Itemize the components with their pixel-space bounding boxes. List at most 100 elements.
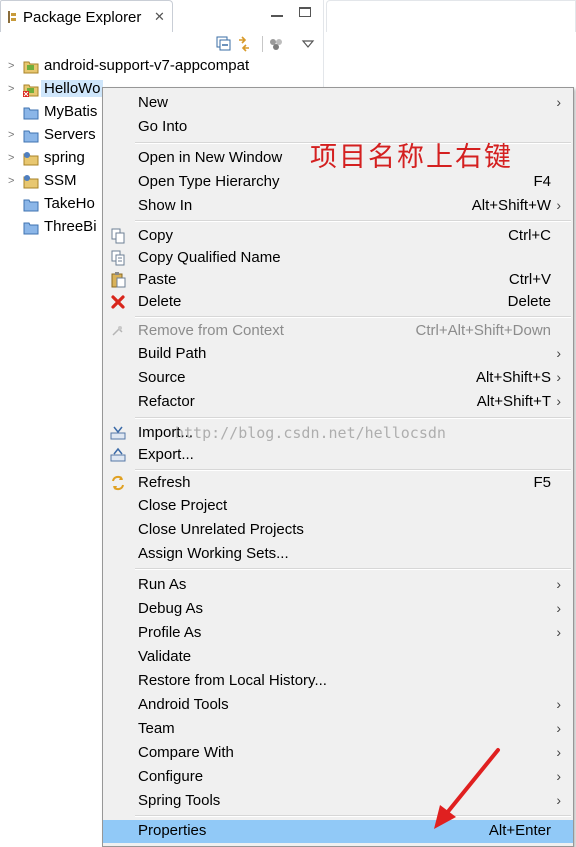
- menu-item-label: New: [138, 94, 169, 111]
- expand-arrow-icon[interactable]: >: [8, 83, 14, 95]
- tree-item-label: HelloWo: [41, 80, 104, 97]
- close-icon[interactable]: ✕: [154, 9, 165, 25]
- menu-item-export[interactable]: Export...: [103, 444, 573, 467]
- folder-icon: [23, 199, 39, 212]
- java-project-icon: [23, 152, 39, 166]
- menu-item-run-as[interactable]: Run As ›: [103, 574, 573, 597]
- menu-item-source[interactable]: Source Alt+Shift+S ›: [103, 367, 573, 390]
- submenu-arrow-icon: ›: [556, 369, 561, 385]
- menu-item-label: Open Type Hierarchy: [138, 173, 280, 190]
- collapse-all-icon[interactable]: [216, 36, 232, 52]
- menu-item-label: Copy Qualified Name: [138, 249, 281, 266]
- menu-item-accelerator: F4: [533, 173, 551, 190]
- menu-item-label: Export...: [138, 446, 194, 463]
- submenu-arrow-icon: ›: [556, 696, 561, 712]
- menu-item-label: Configure: [138, 768, 204, 785]
- menu-item-label: Close Project: [138, 497, 228, 514]
- tree-item-label: TakeHo: [44, 195, 95, 212]
- folder-icon: [23, 107, 39, 120]
- view-menu-icon[interactable]: [300, 36, 316, 52]
- submenu-arrow-icon: ›: [556, 744, 561, 760]
- tree-item-label: MyBatis: [44, 103, 98, 120]
- package-explorer-tab[interactable]: Package Explorer ✕: [0, 0, 173, 32]
- menu-item-refresh[interactable]: Refresh F5: [103, 472, 573, 495]
- menu-item-label: Spring Tools: [138, 792, 221, 809]
- menu-item-label: Build Path: [138, 345, 207, 362]
- menu-item-assign-working-sets[interactable]: Assign Working Sets...: [103, 543, 573, 566]
- expand-arrow-icon[interactable]: >: [8, 175, 14, 187]
- java-project-icon: [23, 175, 39, 189]
- watermark-text: http://blog.csdn.net/hellocsdn: [175, 424, 446, 442]
- tree-item-label: Servers: [44, 126, 96, 143]
- menu-item-restore-from-local-history[interactable]: Restore from Local History...: [103, 670, 573, 693]
- menu-item-label: Copy: [138, 227, 174, 244]
- menu-item-label: Team: [138, 720, 175, 737]
- menu-item-close-project[interactable]: Close Project: [103, 495, 573, 518]
- menu-item-validate[interactable]: Validate: [103, 646, 573, 669]
- tree-item-android-support[interactable]: > android-support-v7-appcompat: [0, 55, 320, 78]
- menu-item-label: Properties: [138, 822, 207, 839]
- link-editor-icon[interactable]: [236, 36, 252, 52]
- menu-item-label: Close Unrelated Projects: [138, 521, 304, 538]
- editor-area-tab: [326, 0, 576, 32]
- expand-arrow-icon[interactable]: >: [8, 152, 14, 164]
- menu-item-accelerator: Alt+Shift+S: [475, 369, 551, 386]
- menu-item-label: Compare With: [138, 744, 234, 761]
- menu-item-label: Go Into: [138, 118, 188, 135]
- menu-item-label: Refactor: [138, 393, 195, 410]
- menu-separator: [135, 568, 571, 570]
- menu-item-accelerator: Delete: [507, 293, 551, 310]
- tree-item-label: ThreeBi: [44, 218, 97, 235]
- menu-separator: [135, 417, 571, 419]
- delete-icon: [111, 295, 125, 309]
- view-controls: [259, 7, 311, 23]
- menu-item-label: Android Tools: [138, 696, 229, 713]
- export-icon: [110, 447, 126, 462]
- menu-item-copy-qualified-name[interactable]: Copy Qualified Name: [103, 247, 573, 270]
- menu-item-label: Open in New Window: [138, 149, 283, 166]
- menu-separator: [135, 220, 571, 222]
- tree-item-label: android-support-v7-appcompat: [44, 57, 250, 74]
- tab-title: Package Explorer: [23, 9, 142, 26]
- menu-item-label: Validate: [138, 648, 192, 665]
- menu-item-label: Remove from Context: [138, 322, 284, 339]
- submenu-arrow-icon: ›: [556, 197, 561, 213]
- menu-item-paste[interactable]: Paste Ctrl+V: [103, 269, 573, 292]
- view-toolbar: [212, 34, 320, 54]
- menu-item-label: Paste: [138, 271, 177, 288]
- tree-item-label: spring: [44, 149, 85, 166]
- minimize-icon[interactable]: [270, 9, 283, 17]
- menu-item-android-tools[interactable]: Android Tools ›: [103, 694, 573, 717]
- menu-item-build-path[interactable]: Build Path ›: [103, 343, 573, 366]
- menu-item-accelerator: Alt+Shift+W: [471, 197, 551, 214]
- menu-item-new[interactable]: New ›: [103, 92, 573, 115]
- submenu-arrow-icon: ›: [556, 94, 561, 110]
- expand-arrow-icon[interactable]: >: [8, 129, 14, 141]
- maximize-icon[interactable]: [299, 7, 311, 17]
- red-arrow-annotation: [434, 748, 500, 829]
- package-explorer-icon: [8, 11, 16, 23]
- menu-item-delete[interactable]: Delete Delete: [103, 291, 573, 314]
- menu-item-remove-from-context[interactable]: Remove from Context Ctrl+Alt+Shift+Down: [103, 320, 573, 343]
- menu-item-copy[interactable]: Copy Ctrl+C: [103, 225, 573, 248]
- menu-item-label: Show In: [138, 197, 193, 214]
- toolbar-separator: [262, 36, 263, 52]
- menu-separator: [135, 469, 571, 471]
- menu-item-open-type-hierarchy[interactable]: Open Type Hierarchy F4: [103, 171, 573, 194]
- menu-item-refactor[interactable]: Refactor Alt+Shift+T ›: [103, 391, 573, 414]
- remove-from-context-icon: [112, 326, 123, 336]
- menu-item-debug-as[interactable]: Debug As ›: [103, 598, 573, 621]
- submenu-arrow-icon: ›: [556, 576, 561, 592]
- expand-arrow-icon[interactable]: >: [8, 60, 14, 72]
- focus-task-icon[interactable]: [268, 36, 284, 52]
- refresh-icon: [112, 475, 124, 491]
- menu-item-label: Source: [138, 369, 186, 386]
- menu-item-label: Debug As: [138, 600, 204, 617]
- android-project-icon: [23, 61, 39, 74]
- menu-item-label: Run As: [138, 576, 187, 593]
- menu-item-show-in[interactable]: Show In Alt+Shift+W ›: [103, 195, 573, 218]
- copy-icon: [111, 228, 125, 244]
- menu-item-profile-as[interactable]: Profile As ›: [103, 622, 573, 645]
- menu-item-close-unrelated-projects[interactable]: Close Unrelated Projects: [103, 519, 573, 542]
- submenu-arrow-icon: ›: [556, 768, 561, 784]
